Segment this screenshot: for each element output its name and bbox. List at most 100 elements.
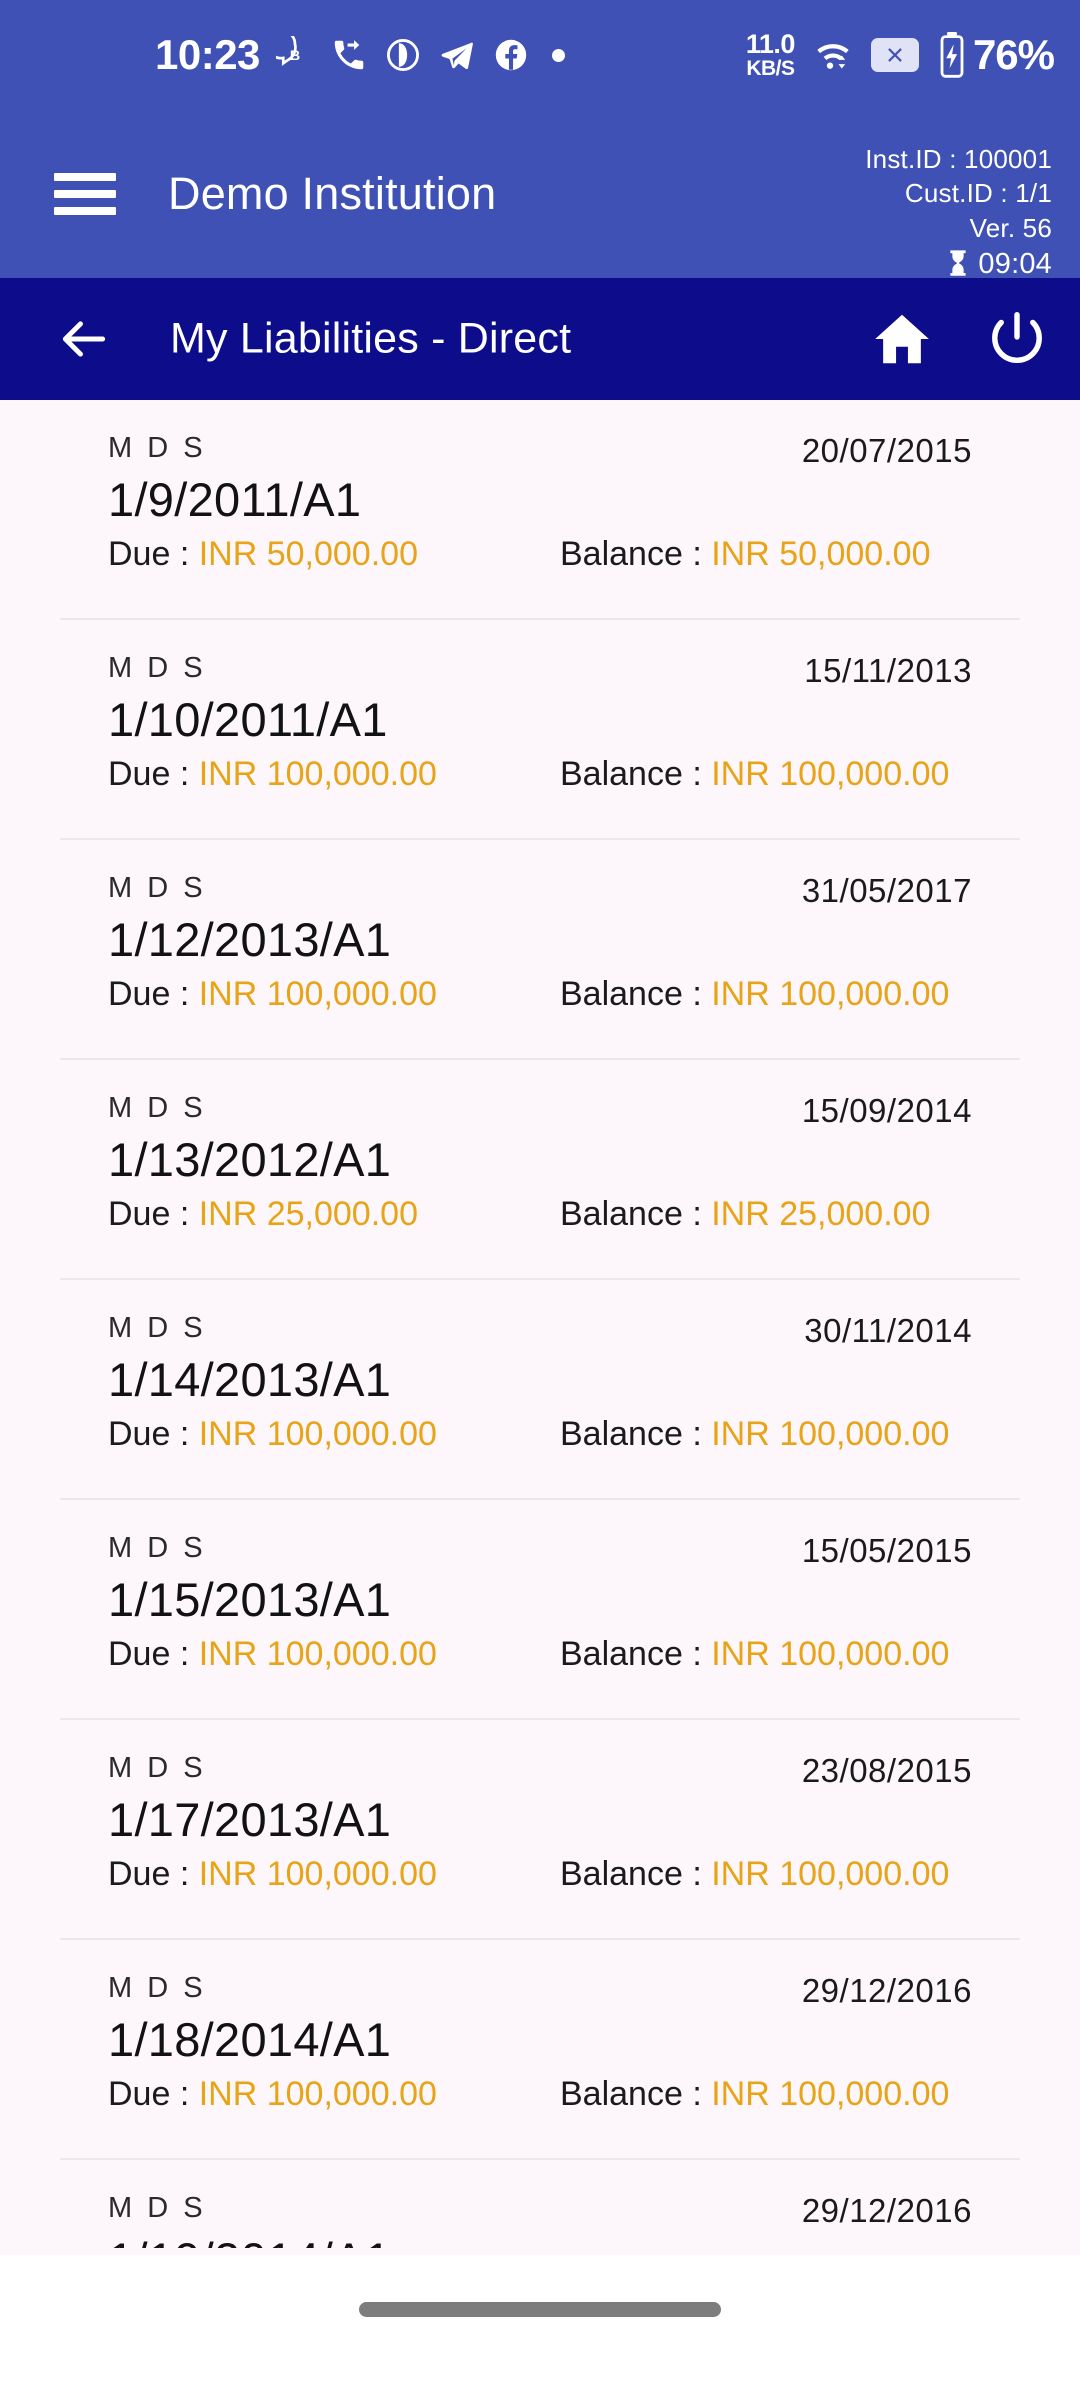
table-row[interactable]: M D S 30/11/2014 1/14/2013/A1 Due : INR … (0, 1280, 1080, 1500)
balance-segment: Balance : INR 100,000.00 (560, 2075, 949, 2114)
sim-x-icon (870, 38, 919, 72)
liability-date: 23/08/2015 (801, 1752, 972, 1789)
balance-value: INR 100,000.00 (711, 1855, 950, 1893)
liability-date: 31/05/2017 (801, 872, 972, 909)
svg-text:B: B (290, 48, 300, 64)
battery-percent: 76% (972, 31, 1055, 78)
table-row[interactable]: M D S 20/07/2015 1/9/2011/A1 Due : INR 5… (0, 400, 1080, 620)
balance-segment: Balance : INR 50,000.00 (560, 535, 930, 574)
due-label: Due : (108, 1195, 199, 1233)
due-segment: Due : INR 100,000.00 (108, 1415, 560, 1454)
balance-label: Balance : (560, 975, 712, 1013)
due-segment: Due : INR 100,000.00 (108, 1855, 560, 1894)
due-segment: Due : INR 100,000.00 (108, 755, 560, 794)
liability-type: M D S (108, 1092, 207, 1124)
cust-id: Cust.ID : 1/1 (904, 178, 1052, 209)
phone-screen: 10:23 B 11.0 KB/S 76% Demo Institution I… (0, 0, 1080, 2400)
hamburger-menu-icon[interactable] (54, 173, 116, 215)
dot-icon (551, 48, 565, 62)
liability-reference: 1/9/2011/A1 (108, 473, 362, 526)
gesture-pill[interactable] (359, 2302, 721, 2317)
liability-date: 29/12/2016 (801, 2192, 972, 2229)
liability-type: M D S (108, 1312, 207, 1344)
balance-label: Balance : (560, 535, 712, 573)
app-header: Demo Institution Inst.ID : 100001 Cust.I… (0, 110, 1080, 280)
balance-value: INR 25,000.00 (711, 1195, 931, 1233)
due-segment: Due : INR 50,000.00 (108, 535, 560, 574)
due-value: INR 100,000.00 (198, 2075, 437, 2113)
liability-type: M D S (108, 1752, 207, 1784)
due-label: Due : (108, 1855, 199, 1893)
session-meta: Inst.ID : 100001 Cust.ID : 1/1 Ver. 56 0… (865, 142, 1052, 283)
balance-value: INR 100,000.00 (711, 1415, 950, 1453)
liability-type: M D S (108, 2192, 207, 2224)
liability-reference: 1/10/2011/A1 (108, 693, 388, 746)
liability-type: M D S (108, 432, 207, 464)
due-value: INR 100,000.00 (198, 1635, 437, 1673)
due-label: Due : (108, 1415, 199, 1453)
due-label: Due : (108, 2075, 199, 2113)
table-row[interactable]: M D S 15/11/2013 1/10/2011/A1 Due : INR … (0, 620, 1080, 840)
app-version: Ver. 56 (969, 212, 1052, 243)
institution-title: Demo Institution (168, 168, 497, 219)
notification-icons: B (275, 36, 565, 74)
table-row[interactable]: M D S 15/09/2014 1/13/2012/A1 Due : INR … (0, 1060, 1080, 1280)
due-label: Due : (108, 975, 199, 1013)
balance-label: Balance : (560, 1415, 712, 1453)
due-value: INR 100,000.00 (198, 975, 437, 1013)
liability-date: 15/05/2015 (801, 1532, 972, 1569)
due-segment: Due : INR 100,000.00 (108, 975, 560, 1014)
table-row[interactable]: M D S 29/12/2016 1/19/2014/A1 (0, 2160, 1080, 2255)
liability-type: M D S (108, 872, 207, 904)
wifi-icon (817, 44, 849, 69)
liability-type: M D S (108, 1972, 207, 2004)
due-segment: Due : INR 100,000.00 (108, 1635, 560, 1674)
system-nav-bar (0, 2255, 1080, 2400)
liability-type: M D S (108, 1532, 207, 1564)
due-label: Due : (108, 535, 199, 573)
balance-segment: Balance : INR 100,000.00 (560, 1855, 949, 1894)
table-row[interactable]: M D S 15/05/2015 1/15/2013/A1 Due : INR … (0, 1500, 1080, 1720)
battery-charging-icon (940, 32, 964, 78)
balance-segment: Balance : INR 100,000.00 (560, 1635, 949, 1674)
liability-date: 20/07/2015 (801, 432, 972, 469)
home-icon[interactable] (871, 308, 933, 370)
balance-value: INR 100,000.00 (711, 755, 950, 793)
status-bar-right: 11.0 KB/S 76% (746, 30, 1055, 80)
table-row[interactable]: M D S 23/08/2015 1/17/2013/A1 Due : INR … (0, 1720, 1080, 1940)
page-title: My Liabilities - Direct (170, 314, 572, 363)
power-icon[interactable] (986, 308, 1048, 370)
liabilities-list[interactable]: M D S 20/07/2015 1/9/2011/A1 Due : INR 5… (0, 400, 1080, 2255)
liability-date: 29/12/2016 (801, 1972, 972, 2009)
due-value: INR 100,000.00 (198, 1415, 437, 1453)
balance-segment: Balance : INR 100,000.00 (560, 1415, 949, 1454)
call-forward-icon (334, 40, 364, 70)
telegram-icon (441, 42, 473, 70)
due-value: INR 50,000.00 (198, 535, 418, 573)
status-clock: 10:23 (155, 31, 260, 78)
balance-segment: Balance : INR 100,000.00 (560, 755, 949, 794)
balance-label: Balance : (560, 1635, 712, 1673)
hourglass-icon (950, 249, 967, 276)
due-value: INR 100,000.00 (198, 1855, 437, 1893)
liability-reference: 1/12/2013/A1 (108, 913, 392, 966)
balance-label: Balance : (560, 1855, 712, 1893)
bot-message-icon: B (275, 36, 300, 66)
balance-segment: Balance : INR 25,000.00 (560, 1195, 930, 1234)
facebook-icon (495, 39, 527, 71)
opera-icon (386, 39, 419, 71)
arrow-left-icon[interactable] (56, 311, 112, 367)
table-row[interactable]: M D S 29/12/2016 1/18/2014/A1 Due : INR … (0, 1940, 1080, 2160)
liability-type: M D S (108, 652, 207, 684)
status-bar: 10:23 B 11.0 KB/S 76% (0, 0, 1080, 110)
status-bar-left: 10:23 B (0, 34, 565, 76)
network-speed: 11.0 KB/S (746, 31, 796, 80)
liability-date: 15/09/2014 (801, 1092, 972, 1129)
balance-value: INR 100,000.00 (711, 1635, 950, 1673)
liability-reference: 1/17/2013/A1 (108, 1793, 392, 1846)
page-toolbar: My Liabilities - Direct (0, 278, 1080, 400)
table-row[interactable]: M D S 31/05/2017 1/12/2013/A1 Due : INR … (0, 840, 1080, 1060)
balance-segment: Balance : INR 100,000.00 (560, 975, 949, 1014)
balance-label: Balance : (560, 2075, 712, 2113)
balance-value: INR 100,000.00 (711, 2075, 950, 2113)
